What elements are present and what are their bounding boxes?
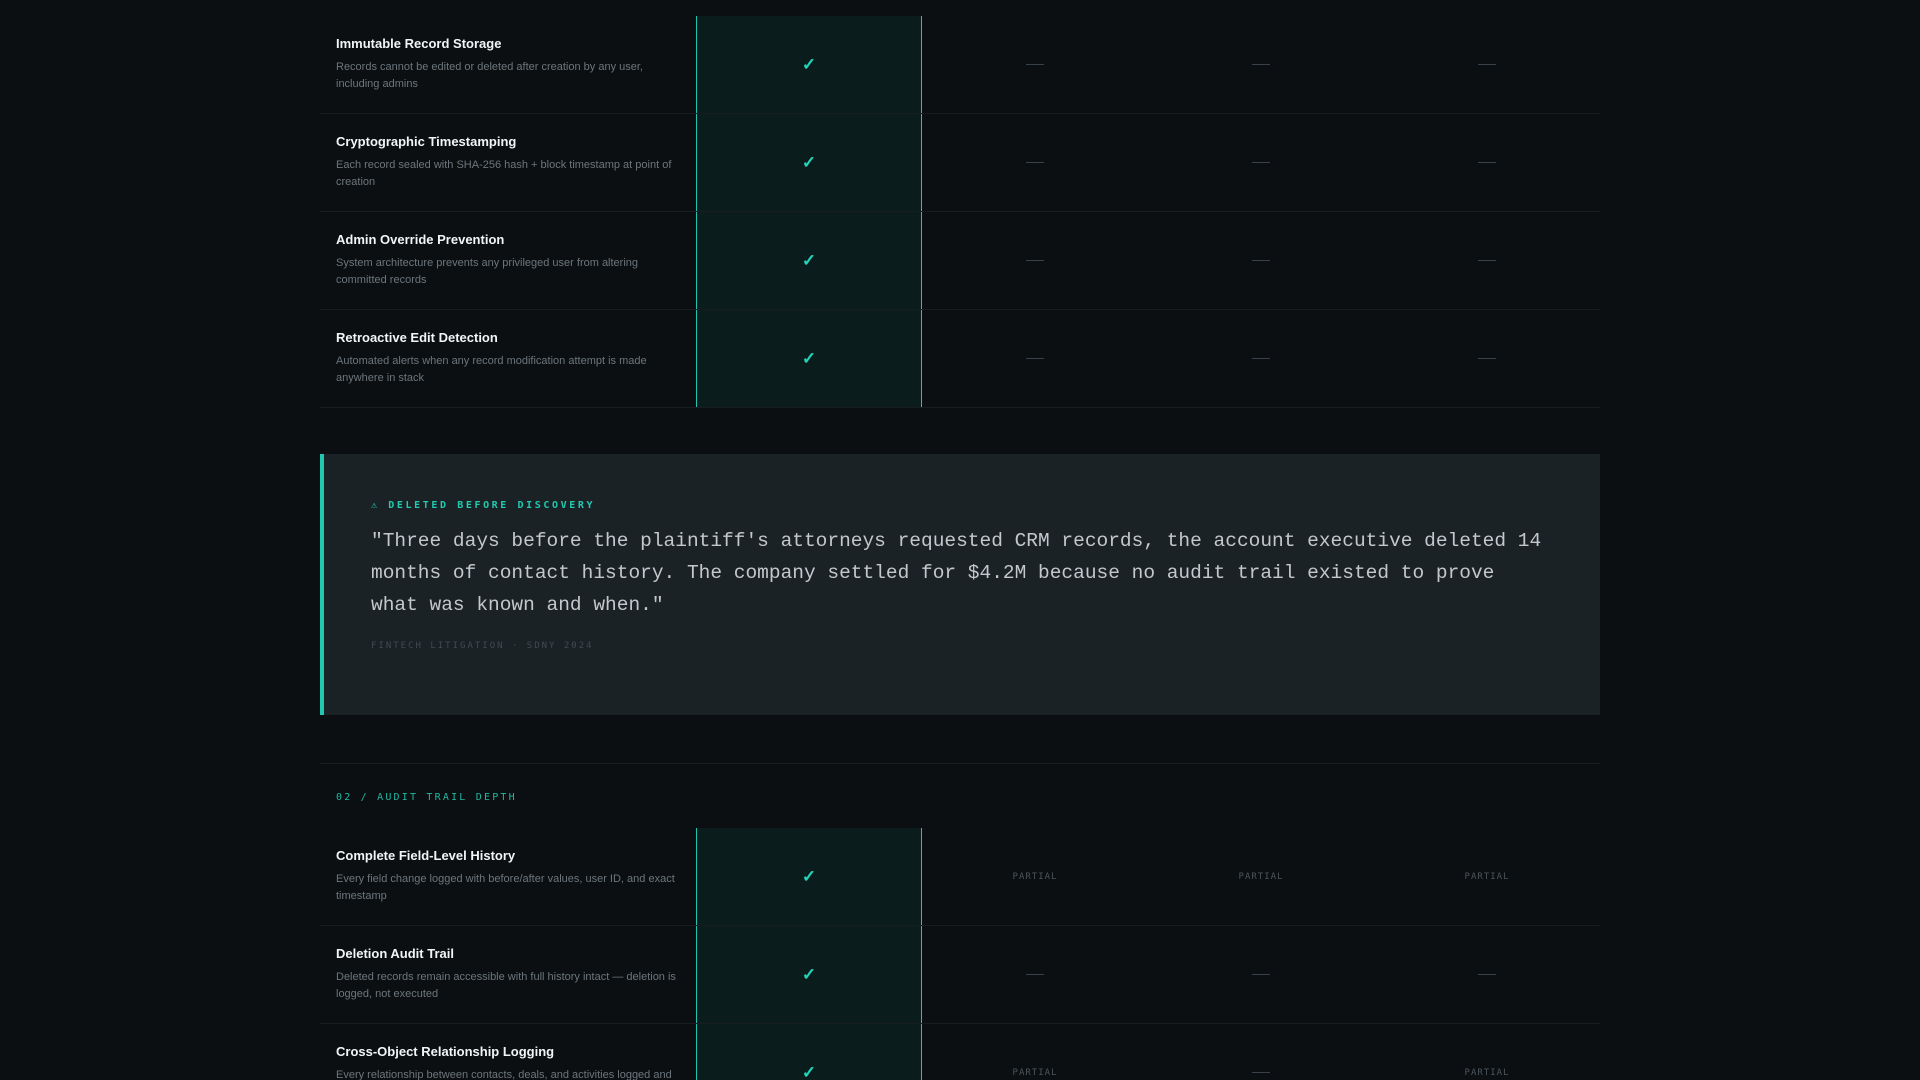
- check-icon: ✓: [801, 250, 817, 270]
- status-cell: [922, 212, 1148, 309]
- status-cell: [922, 310, 1148, 407]
- status-cell: [922, 114, 1148, 211]
- status-cell: ✓: [696, 1024, 922, 1080]
- feature-title: Cross-Object Relationship Logging: [336, 1044, 555, 1059]
- partial-label: PARTIAL: [1464, 871, 1510, 882]
- status-cell: [1148, 16, 1374, 113]
- feature-description: Automated alerts when any record modific…: [336, 355, 647, 384]
- dash-icon: [1252, 1072, 1270, 1073]
- status-cell: [1374, 16, 1600, 113]
- status-cell: ✓: [696, 114, 922, 211]
- status-cell: [1148, 926, 1374, 1023]
- dash-icon: [1252, 64, 1270, 65]
- quote-text: "Three days before the plaintiff's attor…: [371, 530, 1542, 616]
- feature-description: Each record sealed with SHA-256 hash + b…: [336, 159, 672, 188]
- feature-description: Every relationship between contacts, dea…: [336, 1069, 672, 1080]
- table-row: Complete Field-Level History Every field …: [320, 828, 1600, 926]
- feature-cell: Immutable Record Storage Records cannot b…: [320, 16, 696, 113]
- section-label-audit-trail: 02 / AUDIT TRAIL DEPTH: [336, 792, 517, 803]
- feature-cell: Cross-Object Relationship Logging Every r…: [320, 1024, 696, 1080]
- dash-icon: [1478, 64, 1496, 65]
- status-cell: ✓: [696, 16, 922, 113]
- dash-icon: [1026, 64, 1044, 65]
- status-cell: ✓: [696, 828, 922, 925]
- status-cell: PARTIAL: [922, 1024, 1148, 1080]
- status-cell: [1148, 1024, 1374, 1080]
- status-cell: [1374, 114, 1600, 211]
- case-study-quote: ⚠ DELETED BEFORE DISCOVERY "Three days b…: [320, 454, 1600, 715]
- feature-title: Complete Field-Level History: [336, 848, 516, 863]
- check-icon: ✓: [801, 348, 817, 368]
- feature-description: Every field change logged with before/af…: [336, 873, 675, 902]
- check-icon: ✓: [801, 152, 817, 172]
- dash-icon: [1252, 260, 1270, 261]
- feature-cell: Complete Field-Level History Every field …: [320, 828, 696, 925]
- check-icon: ✓: [801, 54, 817, 74]
- feature-title: Deletion Audit Trail: [336, 946, 454, 961]
- table-row: Cryptographic Timestamping Each record se…: [320, 114, 1600, 212]
- table-row: Immutable Record Storage Records cannot b…: [320, 16, 1600, 114]
- status-cell: [1374, 310, 1600, 407]
- dash-icon: [1252, 974, 1270, 975]
- status-cell: [1148, 310, 1374, 407]
- dash-icon: [1478, 358, 1496, 359]
- dash-icon: [1252, 358, 1270, 359]
- dash-icon: [1026, 974, 1044, 975]
- partial-label: PARTIAL: [1012, 1067, 1058, 1078]
- status-cell: [1148, 114, 1374, 211]
- feature-title: Cryptographic Timestamping: [336, 134, 517, 149]
- feature-title: Admin Override Prevention: [336, 232, 505, 247]
- check-icon: ✓: [801, 964, 817, 984]
- feature-description: System architecture prevents any privile…: [336, 257, 639, 286]
- quote-label: ⚠ DELETED BEFORE DISCOVERY: [371, 500, 596, 511]
- dash-icon: [1478, 162, 1496, 163]
- status-cell: PARTIAL: [922, 828, 1148, 925]
- partial-label: PARTIAL: [1012, 871, 1058, 882]
- comparison-table-section-2: Complete Field-Level History Every field …: [320, 828, 1600, 1080]
- status-cell: [922, 926, 1148, 1023]
- status-cell: ✓: [696, 310, 922, 407]
- table-row: Admin Override Prevention System architec…: [320, 212, 1600, 310]
- comparison-page: Immutable Record Storage Records cannot b…: [0, 0, 1920, 1080]
- dash-icon: [1478, 260, 1496, 261]
- table-row: Cross-Object Relationship Logging Every r…: [320, 1024, 1600, 1080]
- feature-title: Retroactive Edit Detection: [336, 330, 498, 345]
- feature-title: Immutable Record Storage: [336, 36, 502, 51]
- dash-icon: [1478, 974, 1496, 975]
- status-cell: [1148, 212, 1374, 309]
- partial-label: PARTIAL: [1464, 1067, 1510, 1078]
- feature-description: Records cannot be edited or deleted afte…: [336, 61, 643, 90]
- status-cell: ✓: [696, 926, 922, 1023]
- status-cell: ✓: [696, 212, 922, 309]
- feature-cell: Cryptographic Timestamping Each record se…: [320, 114, 696, 211]
- status-cell: PARTIAL: [1374, 1024, 1600, 1080]
- dash-icon: [1026, 162, 1044, 163]
- status-cell: [1374, 926, 1600, 1023]
- status-cell: [922, 16, 1148, 113]
- feature-cell: Admin Override Prevention System architec…: [320, 212, 696, 309]
- feature-cell: Deletion Audit Trail Deleted records rema…: [320, 926, 696, 1023]
- check-icon: ✓: [801, 866, 817, 886]
- dash-icon: [1252, 162, 1270, 163]
- feature-description: Deleted records remain accessible with f…: [336, 971, 676, 1000]
- dash-icon: [1026, 358, 1044, 359]
- status-cell: PARTIAL: [1374, 828, 1600, 925]
- dash-icon: [1026, 260, 1044, 261]
- section-divider: [320, 763, 1600, 764]
- table-row: Deletion Audit Trail Deleted records rema…: [320, 926, 1600, 1024]
- partial-label: PARTIAL: [1238, 871, 1284, 882]
- status-cell: PARTIAL: [1148, 828, 1374, 925]
- check-icon: ✓: [801, 1062, 817, 1080]
- table-row: Retroactive Edit Detection Automated aler…: [320, 310, 1600, 408]
- comparison-table-section-1: Immutable Record Storage Records cannot b…: [320, 16, 1600, 408]
- quote-source: FINTECH LITIGATION · SDNY 2024: [371, 641, 594, 651]
- status-cell: [1374, 212, 1600, 309]
- feature-cell: Retroactive Edit Detection Automated aler…: [320, 310, 696, 407]
